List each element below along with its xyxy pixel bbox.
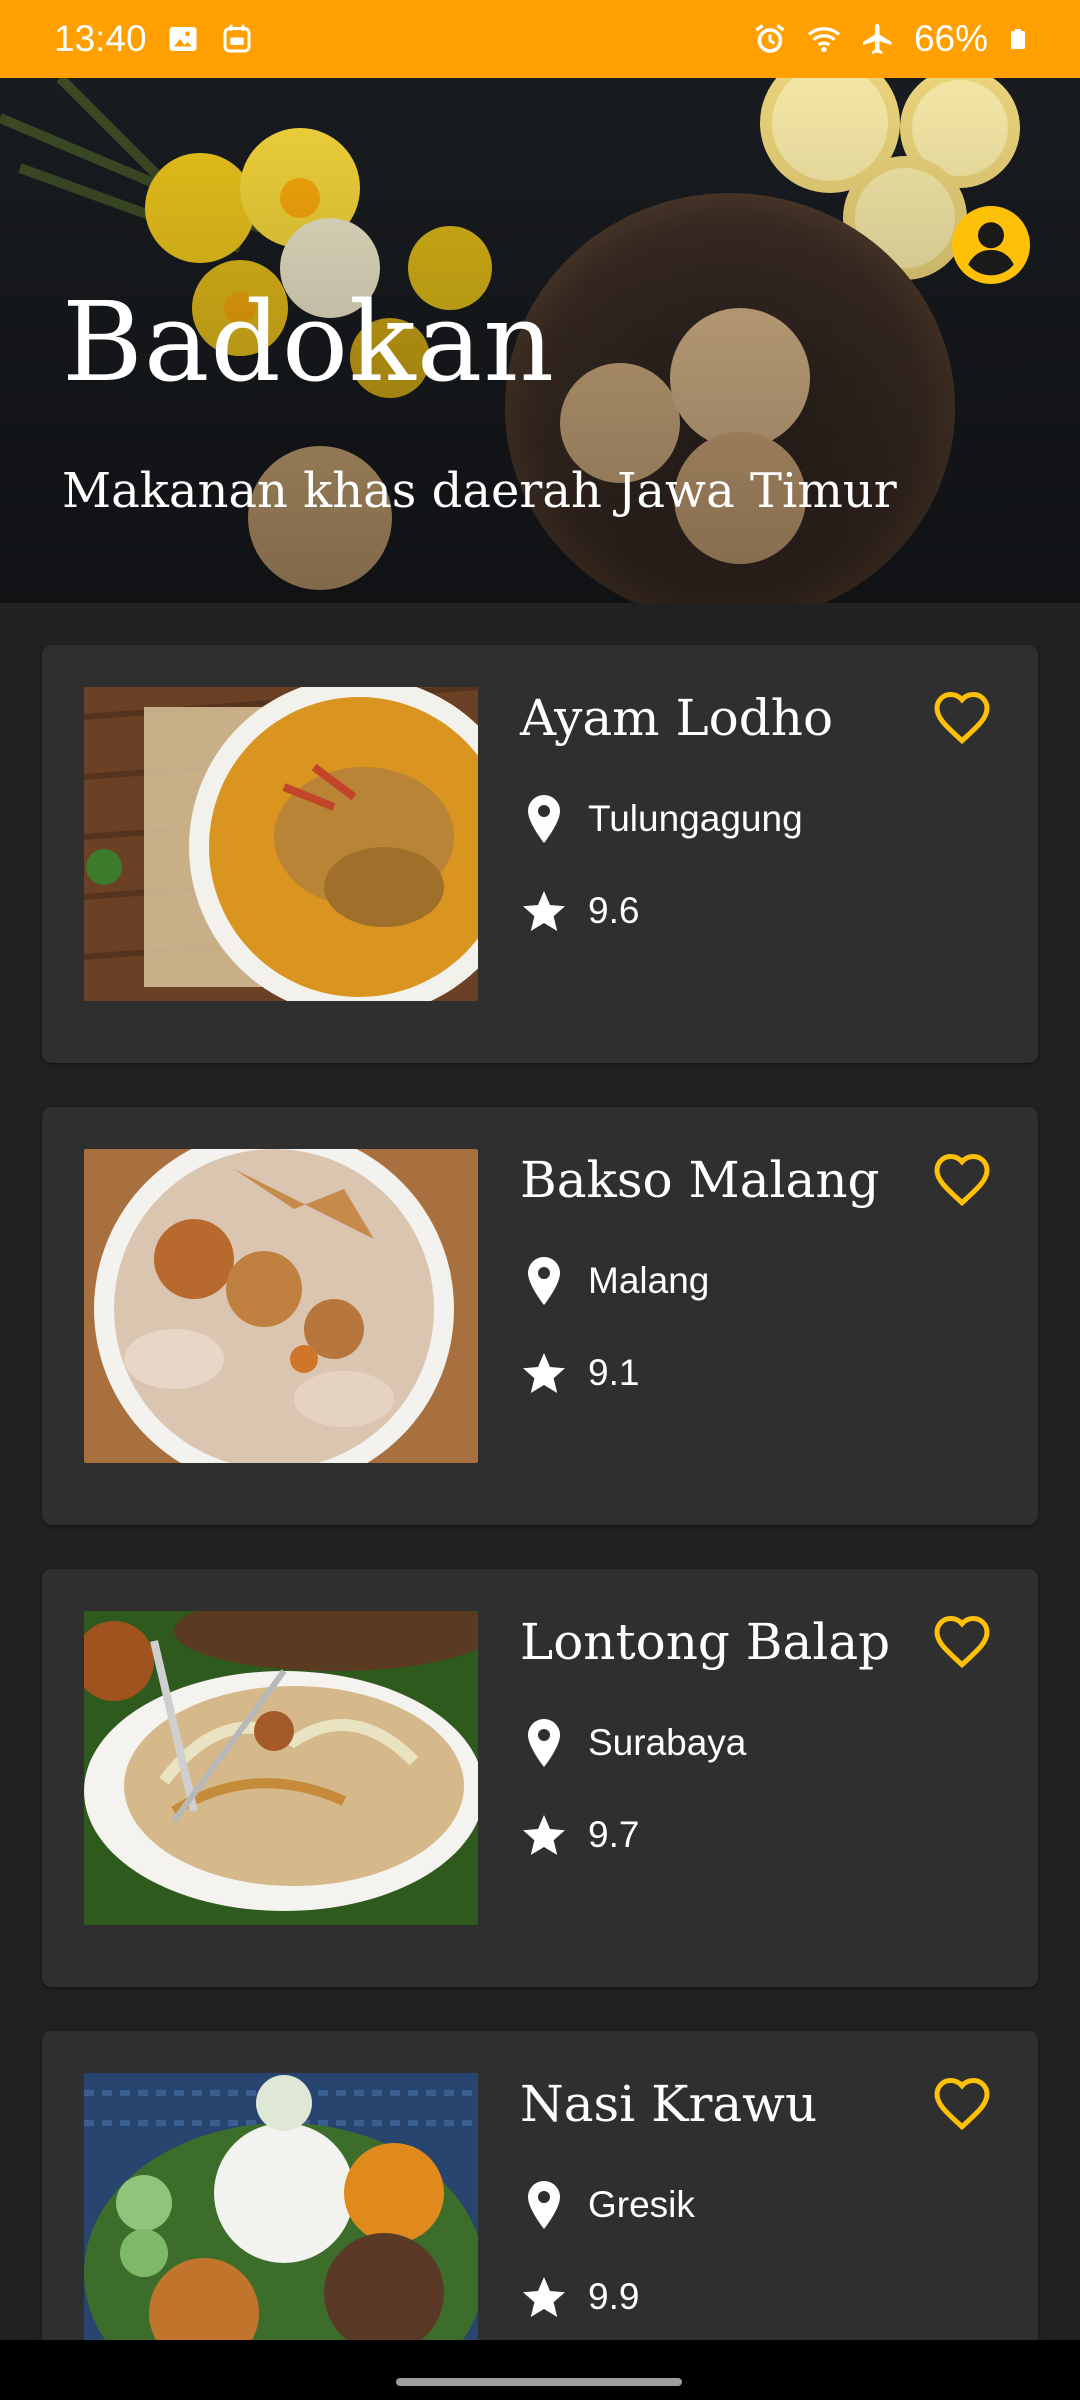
food-location: Gresik [588,2184,695,2225]
favorite-heart-icon[interactable] [932,2075,992,2131]
location-pin-icon [528,795,560,843]
status-bar-left: 13:40 [54,18,255,60]
calendar-app-icon [223,24,251,53]
food-rating: 9.9 [588,2276,640,2317]
account-circle-icon[interactable] [952,206,1030,284]
food-list[interactable]: Ayam Lodho Tulungagung 9.6 Bakso Malang … [0,603,1080,2340]
location-pin-icon [528,1719,560,1767]
food-card[interactable]: Ayam Lodho Tulungagung 9.6 [42,645,1038,1063]
battery-icon [1011,29,1025,49]
food-card[interactable]: Bakso Malang Malang 9.1 [42,1107,1038,1525]
food-name: Lontong Balap [520,1613,891,1671]
favorite-heart-icon[interactable] [932,1151,992,1207]
page-subtitle: Makanan khas daerah Jawa Timur [62,463,897,519]
gallery-icon [169,27,197,51]
food-name: Bakso Malang [520,1151,880,1209]
food-location: Tulungagung [588,798,803,839]
food-rating: 9.7 [588,1814,640,1855]
food-location: Surabaya [588,1722,747,1763]
system-navigation-bar [0,2340,1080,2400]
star-icon [523,2277,565,2317]
rating-row: 9.9 [520,2271,639,2323]
battery-percentage: 66% [913,18,988,59]
location-row: Gresik [520,2179,695,2231]
food-rating: 9.1 [588,1352,640,1393]
rating-row: 9.1 [520,1347,639,1399]
star-icon [523,1353,565,1393]
star-icon [523,891,565,931]
location-pin-icon [528,1257,560,1305]
location-row: Malang [520,1255,709,1307]
food-image [84,2073,478,2340]
header-banner: Badokan Makanan khas daerah Jawa Timur [0,78,1080,603]
star-icon [523,1815,565,1855]
food-name: Ayam Lodho [520,689,834,747]
status-bar-right: 66% [752,18,1030,60]
food-card[interactable]: Lontong Balap Surabaya 9.7 [42,1569,1038,1987]
rating-row: 9.7 [520,1809,639,1861]
status-time: 13:40 [54,18,147,59]
food-image [84,1149,478,1463]
location-pin-icon [528,2181,560,2229]
airplane-mode-icon [862,24,892,54]
favorite-heart-icon[interactable] [932,689,992,745]
alarm-icon [755,24,785,53]
rating-row: 9.6 [520,885,639,937]
food-name: Nasi Krawu [520,2075,818,2133]
food-image [84,687,478,1001]
food-location: Malang [588,1260,710,1301]
location-row: Surabaya [520,1717,746,1769]
favorite-heart-icon[interactable] [932,1613,992,1669]
home-gesture-handle[interactable] [396,2378,682,2386]
food-card[interactable]: Nasi Krawu Gresik 9.9 [42,2031,1038,2340]
wifi-icon [807,27,841,53]
food-image [84,1611,478,1925]
food-rating: 9.6 [588,890,640,931]
page-title: Badokan [62,278,556,406]
status-bar: 13:40 66% [0,0,1080,78]
location-row: Tulungagung [520,793,803,845]
